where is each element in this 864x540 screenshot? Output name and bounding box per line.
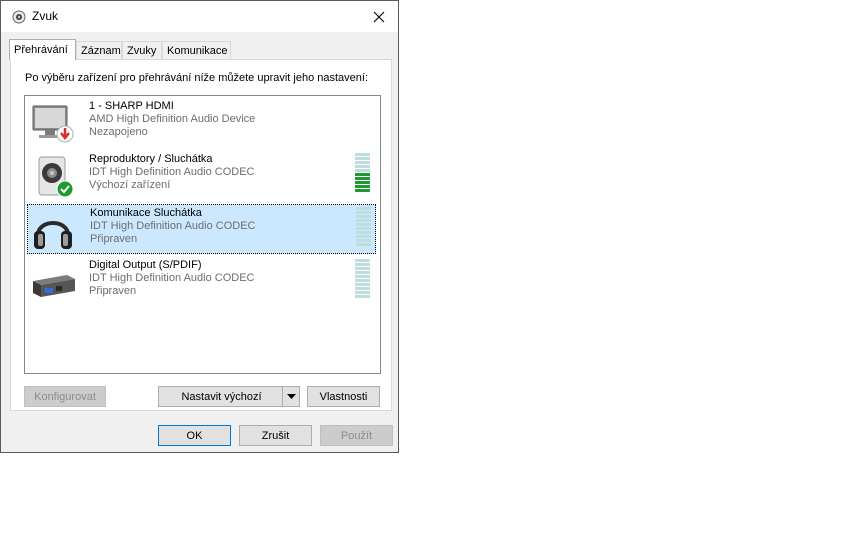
title-bar: Zvuk [1,1,398,32]
volume-meter [355,153,370,193]
device-name: Komunikace Sluchátka [90,207,202,219]
device-name: 1 - SHARP HDMI [89,100,174,112]
configure-button[interactable]: Konfigurovat [24,386,106,407]
device-driver: AMD High Definition Audio Device [89,113,256,125]
disconnected-arrow-icon [56,125,74,143]
chevron-down-icon [286,393,296,399]
device-name: Reproduktory / Sluchátka [89,153,213,165]
volume-meter [356,207,371,247]
default-check-icon [56,180,74,198]
headphones-icon [34,221,72,249]
monitor-icon [32,105,74,143]
tab-sounds[interactable]: Zvuky [122,41,162,59]
apply-button[interactable]: Použít [320,425,393,446]
device-item-sharp-hdmi[interactable]: 1 - SHARP HDMI AMD High Definition Audio… [27,98,376,148]
device-item-speakers[interactable]: Reproduktory / Sluchátka IDT High Defini… [27,151,376,201]
sound-dialog: Zvuk Přehrávání Záznam Zvuky Komunikace … [0,0,399,453]
close-icon [373,11,385,22]
device-status: Připraven [90,233,138,245]
ok-button[interactable]: OK [158,425,231,446]
device-status: Výchozí zařízení [89,179,171,191]
device-driver: IDT High Definition Audio CODEC [89,272,255,284]
device-driver: IDT High Definition Audio CODEC [89,166,255,178]
spdif-icon [33,275,75,297]
playback-panel: Po výběru zařízení pro přehrávání níže m… [10,59,392,411]
device-status: Připraven [89,285,137,297]
device-status: Nezapojeno [89,126,148,138]
device-name: Digital Output (S/PDIF) [89,259,202,271]
set-default-label: Nastavit výchozí [181,390,262,403]
tab-playback[interactable]: Přehrávání [9,39,76,60]
instruction-text: Po výběru zařízení pro přehrávání níže m… [25,72,369,84]
properties-button[interactable]: Vlastnosti [307,386,380,407]
device-driver: IDT High Definition Audio CODEC [90,220,256,232]
window-title: Zvuk [32,9,59,23]
cancel-button[interactable]: Zrušit [239,425,312,446]
speaker-icon [38,156,74,198]
set-default-button[interactable]: Nastavit výchozí [158,386,300,407]
close-button[interactable] [360,1,398,32]
volume-meter [355,259,370,299]
device-item-spdif[interactable]: Digital Output (S/PDIF) IDT High Definit… [27,257,376,307]
device-item-comm-headphones[interactable]: Komunikace Sluchátka IDT High Definition… [27,204,376,254]
speaker-title-icon [12,10,26,24]
device-list: 1 - SHARP HDMI AMD High Definition Audio… [24,95,381,374]
tab-recording[interactable]: Záznam [76,41,122,59]
tab-communications[interactable]: Komunikace [162,41,231,59]
set-default-dropdown[interactable] [282,387,299,406]
